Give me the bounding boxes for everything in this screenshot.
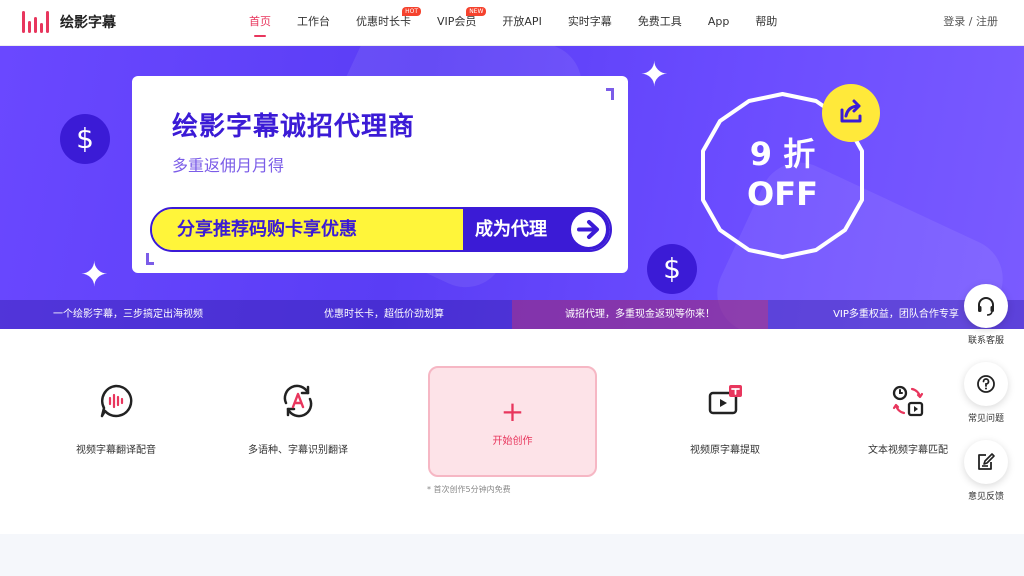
main-nav: 首页 工作台 优惠时长卡 HOT VIP会员 NEW 开放API 实时字幕 免费… [249,0,803,46]
brand-name: 绘影字幕 [60,15,116,31]
faq-label: 常见问题 [967,414,1004,424]
question-icon [964,362,1008,406]
feedback-label: 意见反馈 [967,492,1004,502]
nav-realtime-subtitle[interactable]: 实时字幕 [568,0,612,46]
become-agent-label: 成为代理 [475,219,547,240]
nav-free-tools[interactable]: 免费工具 [638,0,682,46]
faq-button[interactable]: 常见问题 [962,362,1010,424]
feedback-button[interactable]: 意见反馈 [962,440,1010,502]
corner-bracket [146,253,154,265]
dollar-coin-icon: $ [647,244,697,294]
contact-support-label: 联系客服 [967,336,1004,346]
nav-open-api[interactable]: 开放API [502,0,541,46]
ticker-item[interactable]: 优惠时长卡，超低价劲划算 [256,300,512,329]
logo-icon [22,11,50,33]
sync-match-icon [888,381,928,421]
video-text-icon [705,381,745,421]
free-trial-note: * 首次创作5分钟内免费 [427,485,511,494]
corner-bracket [606,88,614,100]
contact-support-button[interactable]: 联系客服 [962,284,1010,346]
logo[interactable]: 绘影字幕 [22,10,116,34]
plus-icon: + [500,395,525,428]
discount-off: OFF [747,175,818,213]
hot-badge: HOT [402,7,421,16]
nav-home[interactable]: 首页 [249,0,271,46]
dollar-coin-icon: $ [60,114,110,164]
feature-label: 多语种、字幕识别翻译 [248,445,348,456]
agent-recruit-card: 绘影字幕诚招代理商 多重返佣月月得 分享推荐码购卡享优惠 成为代理 [132,76,628,273]
audio-bubble-icon [96,381,136,421]
referral-promo-text: 分享推荐码购卡享优惠 [152,209,463,250]
start-create-label: 开始创作 [492,436,533,447]
top-header: 绘影字幕 首页 工作台 优惠时长卡 HOT VIP会员 NEW 开放API 实时… [0,0,1024,46]
new-badge: NEW [466,7,487,16]
nav-help[interactable]: 帮助 [755,0,777,46]
nav-workspace[interactable]: 工作台 [297,0,330,46]
feature-label: 视频原字幕提取 [690,445,760,456]
banner-title: 绘影字幕诚招代理商 [172,112,416,142]
feature-subtitle-translate-dub[interactable]: 视频字幕翻译配音 [31,381,201,456]
promo-ticker: 一个绘影字幕，三步搞定出海视频 优惠时长卡，超低价劲划算 诚招代理，多重现金返现… [0,300,1024,329]
bottom-section [0,534,1024,576]
sparkle-icon: ✦ [640,55,669,95]
login-register-link[interactable]: 登录 / 注册 [943,0,998,44]
arrow-right-icon [571,212,606,247]
share-icon[interactable] [822,84,880,142]
feedback-icon [964,440,1008,484]
translate-cycle-icon [278,381,318,421]
feature-multilang-recognize[interactable]: 多语种、字幕识别翻译 [213,381,383,456]
sparkle-icon: ✦ [80,255,109,295]
nav-app[interactable]: App [708,0,730,46]
become-agent-label-wrap: 成为代理 [463,209,610,250]
feature-label: 视频字幕翻译配音 [76,445,156,456]
nav-vip[interactable]: VIP会员 NEW [437,0,487,46]
feature-extract-subtitle[interactable]: 视频原字幕提取 [640,381,810,456]
banner-subtitle: 多重返佣月月得 [172,156,285,175]
nav-discount-card[interactable]: 优惠时长卡 HOT [356,0,421,46]
headset-icon [964,284,1008,328]
promo-banner[interactable]: $ $ ✦ ✦ 绘影字幕诚招代理商 多重返佣月月得 分享推荐码购卡享优惠 成为代… [0,46,1024,329]
become-agent-button[interactable]: 分享推荐码购卡享优惠 成为代理 [150,207,612,252]
nav-discount-card-label: 优惠时长卡 [356,15,411,28]
discount-text: 9 折 OFF [695,134,870,214]
nav-vip-label: VIP会员 [437,15,477,28]
feature-section: 视频字幕翻译配音 多语种、字幕识别翻译 + 开始创作 * 首次创作5分钟内免费 … [0,329,1024,534]
start-create-button[interactable]: + 开始创作 [428,366,597,477]
ticker-item-active[interactable]: 诚招代理，多重现金返现等你来！ [512,300,768,329]
ticker-item[interactable]: 一个绘影字幕，三步搞定出海视频 [0,300,256,329]
